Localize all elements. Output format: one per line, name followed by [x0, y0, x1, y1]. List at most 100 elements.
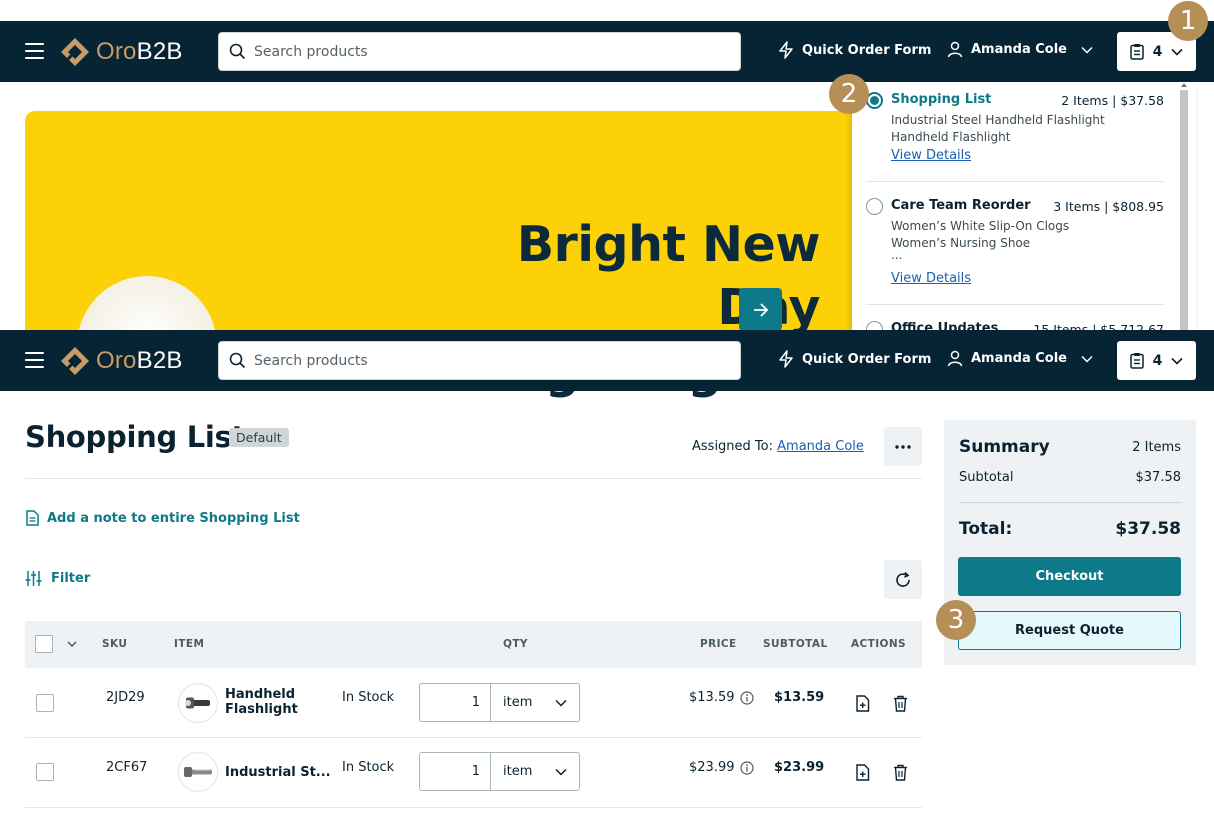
product-name-line: Flashlight: [225, 702, 298, 717]
search-box[interactable]: [218, 32, 741, 71]
lightning-icon: [779, 41, 793, 59]
user-icon: [947, 350, 963, 367]
hero-arrow-button[interactable]: [739, 288, 782, 331]
delete-row-button[interactable]: [890, 762, 910, 782]
list-meta: 2 Items | $37.58: [1061, 93, 1164, 108]
product-name-link[interactable]: Handheld Flashlight: [225, 687, 298, 717]
unit-label: item: [503, 695, 533, 710]
page-title: Shopping List: [25, 420, 246, 454]
product-thumbnail[interactable]: [178, 752, 218, 792]
row-subtotal: $13.59: [774, 690, 825, 705]
logo-mark-icon: [61, 347, 89, 375]
row-checkbox[interactable]: [36, 763, 54, 781]
row-price: $13.59: [689, 690, 754, 705]
chevron-down-icon: [1171, 48, 1183, 56]
scroll-up-arrow-icon[interactable]: [1181, 83, 1187, 87]
arrow-right-icon: [753, 302, 768, 317]
dropdown-list-item[interactable]: Care Team Reorder 3 Items | $808.95 Wome…: [866, 196, 1164, 286]
step-badge-2: 2: [829, 74, 869, 114]
logo[interactable]: OroB2B: [60, 37, 183, 67]
divider: [866, 181, 1164, 182]
note-icon: [26, 510, 39, 526]
refresh-button[interactable]: [884, 560, 922, 599]
user-menu[interactable]: Amanda Cole: [947, 41, 1093, 58]
total-value: $37.58: [1115, 519, 1181, 539]
list-name[interactable]: Care Team Reorder: [891, 198, 1031, 213]
filter-button[interactable]: Filter: [25, 570, 90, 587]
column-header-price[interactable]: PRICE: [700, 638, 737, 650]
more-horizontal-icon: [895, 444, 911, 449]
add-note-row-button[interactable]: [852, 693, 872, 713]
menu-icon[interactable]: [25, 352, 44, 368]
divider: [866, 304, 1164, 305]
menu-icon[interactable]: [25, 43, 44, 59]
add-note-label: Add a note to entire Shopping List: [47, 510, 300, 526]
user-name: Amanda Cole: [971, 42, 1067, 57]
assigned-user-link[interactable]: Amanda Cole: [777, 439, 864, 454]
list-name[interactable]: Shopping List: [891, 92, 991, 107]
trash-icon: [893, 695, 907, 712]
checkout-button[interactable]: Checkout: [958, 557, 1181, 596]
quick-order-label: Quick Order Form: [802, 42, 932, 58]
shopping-list-count: 4: [1152, 43, 1163, 60]
unit-select[interactable]: item: [491, 684, 579, 721]
row-sku: 2CF67: [106, 760, 148, 775]
add-note-link[interactable]: Add a note to entire Shopping List: [25, 510, 300, 526]
unit-select[interactable]: item: [491, 753, 579, 790]
logo-text: OroB2B: [96, 38, 183, 65]
dropdown-scrollbar[interactable]: [1180, 90, 1188, 332]
order-summary: Summary 2 Items Subtotal $37.58 Total: $…: [944, 420, 1196, 665]
divider: [25, 478, 922, 479]
column-header-qty[interactable]: QTY: [503, 638, 528, 650]
row-price: $23.99: [689, 760, 754, 775]
view-details-link[interactable]: View Details: [891, 148, 971, 163]
list-line: Industrial Steel Handheld Flashlight: [891, 113, 1105, 127]
delete-row-button[interactable]: [890, 693, 910, 713]
list-line: Women’s White Slip-On Clogs: [891, 219, 1070, 233]
chevron-down-icon: [1171, 357, 1183, 365]
product-name-link[interactable]: Industrial St...: [225, 765, 331, 780]
shopping-list-button[interactable]: 4: [1117, 341, 1196, 380]
chevron-down-icon: [555, 768, 567, 776]
list-meta: 3 Items | $808.95: [1053, 199, 1164, 214]
column-header-item[interactable]: ITEM: [174, 638, 204, 650]
column-header-subtotal[interactable]: SUBTOTAL: [763, 638, 828, 650]
table-row: 2CF67 Industrial St... In Stock 1 item $…: [25, 738, 922, 808]
search-input[interactable]: [254, 43, 724, 60]
list-line: Women’s Nursing Shoe: [891, 236, 1031, 250]
view-details-link[interactable]: View Details: [891, 271, 971, 286]
clipboard-icon: [1129, 353, 1144, 369]
stock-status: In Stock: [342, 760, 395, 775]
request-quote-button[interactable]: Request Quote: [958, 611, 1181, 650]
quantity-input[interactable]: 1: [420, 753, 491, 790]
product-thumbnail[interactable]: [178, 683, 218, 723]
logo-text: OroB2B: [96, 347, 183, 374]
quick-order-link[interactable]: Quick Order Form: [778, 41, 931, 59]
product-name-line: Handheld: [225, 687, 296, 702]
quick-order-link[interactable]: Quick Order Form: [778, 350, 931, 368]
column-header-sku[interactable]: SKU: [102, 638, 127, 650]
row-checkbox[interactable]: [36, 694, 54, 712]
info-icon[interactable]: [739, 760, 754, 775]
quantity-input[interactable]: 1: [420, 684, 491, 721]
product-name-line: Industrial St...: [225, 765, 331, 780]
more-actions-button[interactable]: [884, 427, 922, 466]
list-radio[interactable]: [866, 198, 883, 215]
logo[interactable]: OroB2B: [60, 346, 183, 376]
list-line: ...: [891, 248, 903, 262]
user-menu[interactable]: Amanda Cole: [947, 350, 1093, 367]
total-label: Total:: [959, 519, 1013, 539]
search-input[interactable]: [254, 352, 724, 369]
divider: [959, 502, 1181, 503]
add-note-row-button[interactable]: [852, 762, 872, 782]
info-icon[interactable]: [739, 690, 754, 705]
select-all-checkbox[interactable]: [35, 635, 53, 653]
search-box[interactable]: [218, 341, 741, 380]
chevron-down-icon[interactable]: [67, 641, 77, 648]
subtotal-value: $37.58: [1135, 470, 1182, 485]
chevron-down-icon: [1081, 46, 1093, 54]
header-bottom: OroB2B Quick Order Form Amanda Cole 4: [0, 330, 1214, 391]
row-sku: 2JD29: [106, 690, 145, 705]
dropdown-list-item[interactable]: Shopping List 2 Items | $37.58 Industria…: [866, 90, 1164, 170]
table-header: SKU ITEM QTY PRICE SUBTOTAL ACTIONS: [25, 621, 922, 668]
